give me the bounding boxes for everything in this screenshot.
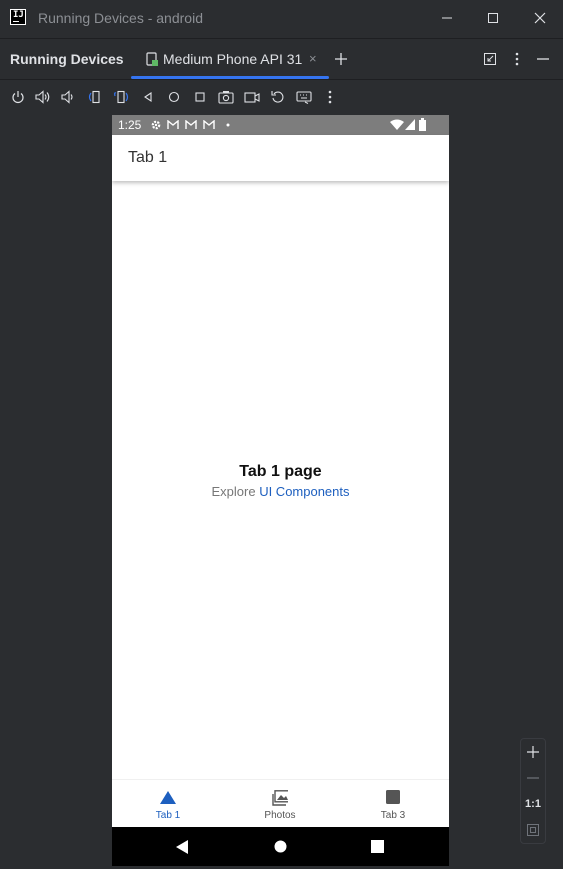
status-bar: 1:25 [112, 115, 449, 135]
fit-screen-icon [527, 824, 539, 836]
nav-tab-3-label: Tab 3 [380, 810, 406, 821]
tab-medium-phone[interactable]: Medium Phone API 31 × [131, 39, 329, 79]
reset-icon [271, 91, 284, 103]
window-title: Running Devices - android [38, 10, 203, 26]
tab-label: Medium Phone API 31 [163, 51, 303, 67]
zoom-panel: 1:1 [520, 738, 546, 844]
subtitle-prefix: Explore [211, 484, 260, 499]
zoom-actual-size-button[interactable]: 1:1 [521, 791, 545, 817]
nav-photos-label: Photos [264, 810, 296, 821]
plus-icon [335, 53, 347, 65]
volume-down-button[interactable] [60, 89, 76, 105]
system-navigation-bar [112, 827, 449, 866]
screenshot-button[interactable] [218, 89, 234, 105]
close-window-button[interactable] [517, 0, 563, 36]
content-subtitle: Explore UI Components [112, 484, 449, 499]
wifi-icon [390, 119, 404, 130]
rotate-right-icon [114, 90, 129, 104]
zoom-out-button[interactable] [521, 765, 545, 791]
nav-home-icon[interactable] [274, 840, 287, 853]
settings-icon [151, 120, 161, 130]
maximize-icon [488, 13, 498, 23]
notification-dot-icon [226, 123, 230, 127]
rotate-left-button[interactable] [87, 89, 103, 105]
battery-icon [419, 118, 426, 131]
gmail-icon [185, 120, 197, 129]
app-logo: IJ [10, 9, 26, 25]
device-screen[interactable]: 1:25 Tab 1 Tab 1 page Explore UI Compone… [112, 115, 449, 866]
more-vertical-icon [328, 90, 332, 104]
nav-tab-1[interactable]: Tab 1 [112, 780, 224, 828]
status-time: 1:25 [118, 118, 142, 132]
bottom-navigation: Tab 1 Photos Tab 3 [112, 779, 449, 828]
tab-selected-indicator [131, 76, 329, 79]
zoom-out-icon [527, 777, 539, 779]
tool-window-header: Running Devices Medium Phone API 31 × [0, 38, 563, 80]
page-title: Tab 1 [128, 149, 168, 166]
triangle-icon [160, 791, 176, 804]
tab-close-icon[interactable]: × [309, 51, 317, 66]
device-icon [146, 52, 158, 66]
nav-tab-1-label: Tab 1 [155, 810, 181, 821]
hide-button[interactable] [534, 50, 552, 68]
tool-window-title: Running Devices [10, 51, 124, 67]
rotate-left-icon [88, 90, 100, 104]
back-button[interactable] [140, 89, 156, 105]
minimize-button[interactable] [424, 0, 470, 36]
power-icon [12, 91, 24, 104]
nav-overview-icon[interactable] [371, 840, 384, 853]
square-icon [386, 790, 400, 804]
power-button[interactable] [10, 89, 26, 105]
rotate-right-button[interactable] [114, 89, 130, 105]
minimize-window-icon [484, 53, 496, 65]
camera-icon [218, 91, 234, 104]
screen-record-button[interactable] [244, 89, 260, 105]
zoom-in-button[interactable] [521, 739, 545, 765]
content-title: Tab 1 page [239, 463, 322, 480]
ui-components-link[interactable]: UI Components [259, 484, 349, 499]
gmail-icon [203, 120, 215, 129]
device-more-button[interactable] [322, 89, 338, 105]
signal-icon [405, 119, 415, 130]
maximize-button[interactable] [470, 0, 516, 36]
back-icon [144, 91, 152, 103]
volume-up-icon [35, 90, 50, 104]
reset-button[interactable] [270, 89, 286, 105]
close-icon [534, 12, 546, 24]
hide-icon [537, 58, 549, 60]
zoom-in-icon [527, 746, 539, 758]
keyboard-button[interactable] [296, 89, 312, 105]
restore-layout-button[interactable] [481, 50, 499, 68]
add-tab-button[interactable] [332, 50, 350, 68]
more-vertical-icon [515, 52, 519, 66]
minimize-icon [442, 17, 452, 19]
keyboard-icon [296, 91, 312, 104]
nav-back-icon[interactable] [176, 840, 188, 854]
nav-tab-3[interactable]: Tab 3 [337, 780, 449, 828]
nav-photos[interactable]: Photos [224, 780, 336, 828]
home-button[interactable] [166, 89, 182, 105]
overview-icon [195, 92, 205, 102]
options-button[interactable] [508, 50, 526, 68]
overview-button[interactable] [192, 89, 208, 105]
app-bar: Tab 1 [112, 135, 449, 181]
gmail-icon [167, 120, 179, 129]
volume-up-button[interactable] [35, 89, 51, 105]
zoom-fit-button[interactable] [521, 817, 545, 843]
home-icon [168, 91, 180, 103]
photos-icon [272, 790, 288, 806]
video-camera-icon [244, 92, 260, 103]
volume-down-icon [61, 90, 73, 104]
title-bar: IJ Running Devices - android [0, 0, 563, 38]
